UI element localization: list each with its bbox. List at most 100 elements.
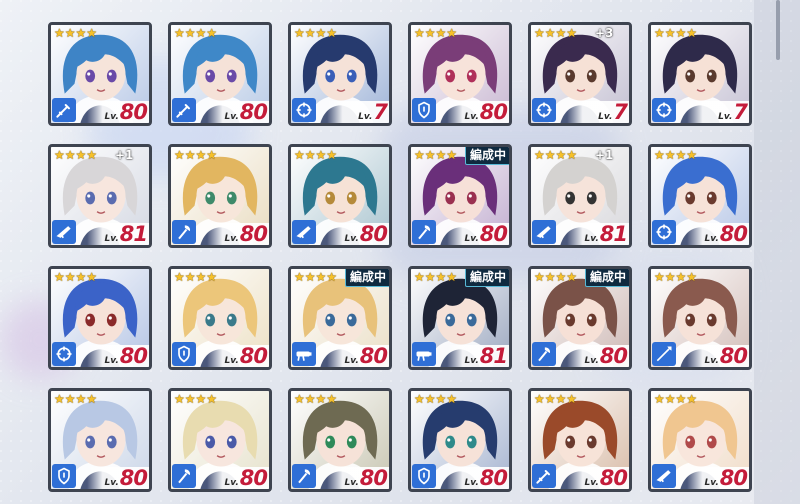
axe-icon [412, 220, 436, 244]
rarity-stars: ★★★★ [534, 270, 578, 284]
level-value: 80 [119, 466, 148, 490]
character-card[interactable]: ★★★★ 編成中 Lv. 80 [528, 266, 632, 370]
rifle-icon [532, 220, 556, 244]
character-card[interactable]: ★★★★ Lv. 80 [648, 388, 752, 492]
axe-icon [532, 342, 556, 366]
rarity-stars: ★★★★ [534, 26, 578, 40]
level-display: Lv. 80 [344, 466, 388, 490]
character-card[interactable]: ★★★★ Lv. 80 [168, 266, 272, 370]
rarity-stars: ★★★★ [414, 26, 458, 40]
character-card[interactable]: ★★★★ Lv. 80 [48, 22, 152, 126]
character-card[interactable]: ★★★★ Lv. 80 [48, 266, 152, 370]
character-card[interactable]: ★★★★ Lv. 80 [168, 22, 272, 126]
level-prefix: Lv. [464, 356, 479, 366]
level-display: Lv. 80 [584, 467, 628, 489]
level-prefix: Lv. [718, 112, 733, 122]
level-prefix: Lv. [464, 234, 479, 244]
character-card[interactable]: ★★★★ Lv. 80 [408, 22, 512, 126]
level-value: 80 [719, 466, 748, 490]
level-prefix: Lv. [344, 478, 359, 488]
character-card[interactable]: ★★★★ Lv. 80 [408, 388, 512, 492]
character-card[interactable]: ★★★★ Lv. 7 [288, 22, 392, 126]
character-card[interactable]: ★★★★ Lv. 80 [168, 144, 272, 248]
level-display: Lv. 81 [464, 344, 508, 368]
in-formation-badge: 編成中 [584, 269, 629, 287]
level-display: Lv. 7 [358, 101, 388, 123]
character-card[interactable]: ★★★★ Lv. 80 [528, 388, 632, 492]
rarity-stars: ★★★★ [54, 148, 98, 162]
level-value: 81 [479, 344, 508, 368]
level-display: Lv. 81 [584, 222, 628, 246]
level-value: 80 [359, 344, 388, 368]
character-grid: ★★★★ Lv. 80 ★★★★ Lv. 80 ★★★★ Lv. 7 ★★★★ … [0, 0, 800, 504]
character-card[interactable]: ★★★★ +1 Lv. 81 [528, 144, 632, 248]
character-card[interactable]: ★★★★ Lv. 80 [648, 266, 752, 370]
rarity-stars: ★★★★ [294, 148, 338, 162]
level-display: Lv. 7 [718, 100, 748, 124]
level-value: 7 [613, 100, 628, 124]
rarity-stars: ★★★★ [654, 392, 698, 406]
character-card[interactable]: ★★★★ Lv. 80 [168, 388, 272, 492]
level-value: 81 [119, 222, 148, 246]
rarity-stars: ★★★★ [174, 148, 218, 162]
character-card[interactable]: ★★★★ +3 Lv. 7 [528, 22, 632, 126]
shield-icon [412, 98, 436, 122]
character-card[interactable]: ★★★★ Lv. 80 [288, 144, 392, 248]
rarity-stars: ★★★★ [54, 392, 98, 406]
level-value: 80 [479, 222, 508, 246]
limit-break-count: +1 [115, 148, 134, 162]
in-formation-badge: 編成中 [344, 269, 389, 287]
rarity-stars: ★★★★ [54, 270, 98, 284]
level-display: Lv. 81 [104, 222, 148, 246]
level-prefix: Lv. [104, 234, 119, 244]
sword-icon [52, 98, 76, 122]
level-prefix: Lv. [704, 234, 719, 244]
crosshair-icon [652, 98, 676, 122]
rarity-stars: ★★★★ [294, 392, 338, 406]
character-card[interactable]: ★★★★ +1 Lv. 81 [48, 144, 152, 248]
rarity-stars: ★★★★ [294, 270, 338, 284]
level-prefix: Lv. [344, 356, 359, 366]
character-card[interactable]: ★★★★ 編成中 Lv. 80 [288, 266, 392, 370]
level-value: 80 [239, 100, 268, 124]
level-prefix: Lv. [598, 112, 613, 122]
level-display: Lv. 80 [104, 466, 148, 490]
rarity-stars: ★★★★ [174, 26, 218, 40]
level-prefix: Lv. [104, 478, 119, 488]
level-prefix: Lv. [358, 112, 373, 122]
level-prefix: Lv. [584, 356, 599, 366]
axe-icon [172, 464, 196, 488]
rifle-icon [292, 220, 316, 244]
level-value: 80 [599, 344, 628, 368]
level-display: Lv. 80 [104, 101, 148, 123]
character-card[interactable]: ★★★★ Lv. 80 [288, 388, 392, 492]
level-prefix: Lv. [704, 478, 719, 488]
rifle-icon [652, 464, 676, 488]
level-value: 80 [119, 344, 148, 368]
character-card[interactable]: ★★★★ 編成中 Lv. 81 [408, 266, 512, 370]
level-prefix: Lv. [344, 234, 359, 244]
character-card[interactable]: ★★★★ 編成中 Lv. 80 [408, 144, 512, 248]
level-prefix: Lv. [104, 356, 119, 366]
rifle-icon [52, 220, 76, 244]
character-card[interactable]: ★★★★ Lv. 7 [648, 22, 752, 126]
level-prefix: Lv. [224, 234, 239, 244]
level-value: 80 [719, 344, 748, 368]
level-display: Lv. 80 [704, 344, 748, 368]
level-display: Lv. 80 [584, 344, 628, 368]
axe-icon [292, 464, 316, 488]
sword-icon [172, 98, 196, 122]
level-value: 7 [733, 100, 748, 124]
character-card[interactable]: ★★★★ Lv. 80 [648, 144, 752, 248]
shield-icon [52, 464, 76, 488]
rarity-stars: ★★★★ [534, 392, 578, 406]
spear-icon [652, 342, 676, 366]
level-value: 81 [599, 222, 628, 246]
character-card[interactable]: ★★★★ Lv. 80 [48, 388, 152, 492]
level-display: Lv. 80 [224, 467, 268, 489]
level-display: Lv. 80 [104, 344, 148, 368]
level-value: 80 [359, 466, 388, 490]
level-prefix: Lv. [584, 478, 599, 488]
rarity-stars: ★★★★ [654, 26, 698, 40]
level-prefix: Lv. [224, 112, 239, 122]
